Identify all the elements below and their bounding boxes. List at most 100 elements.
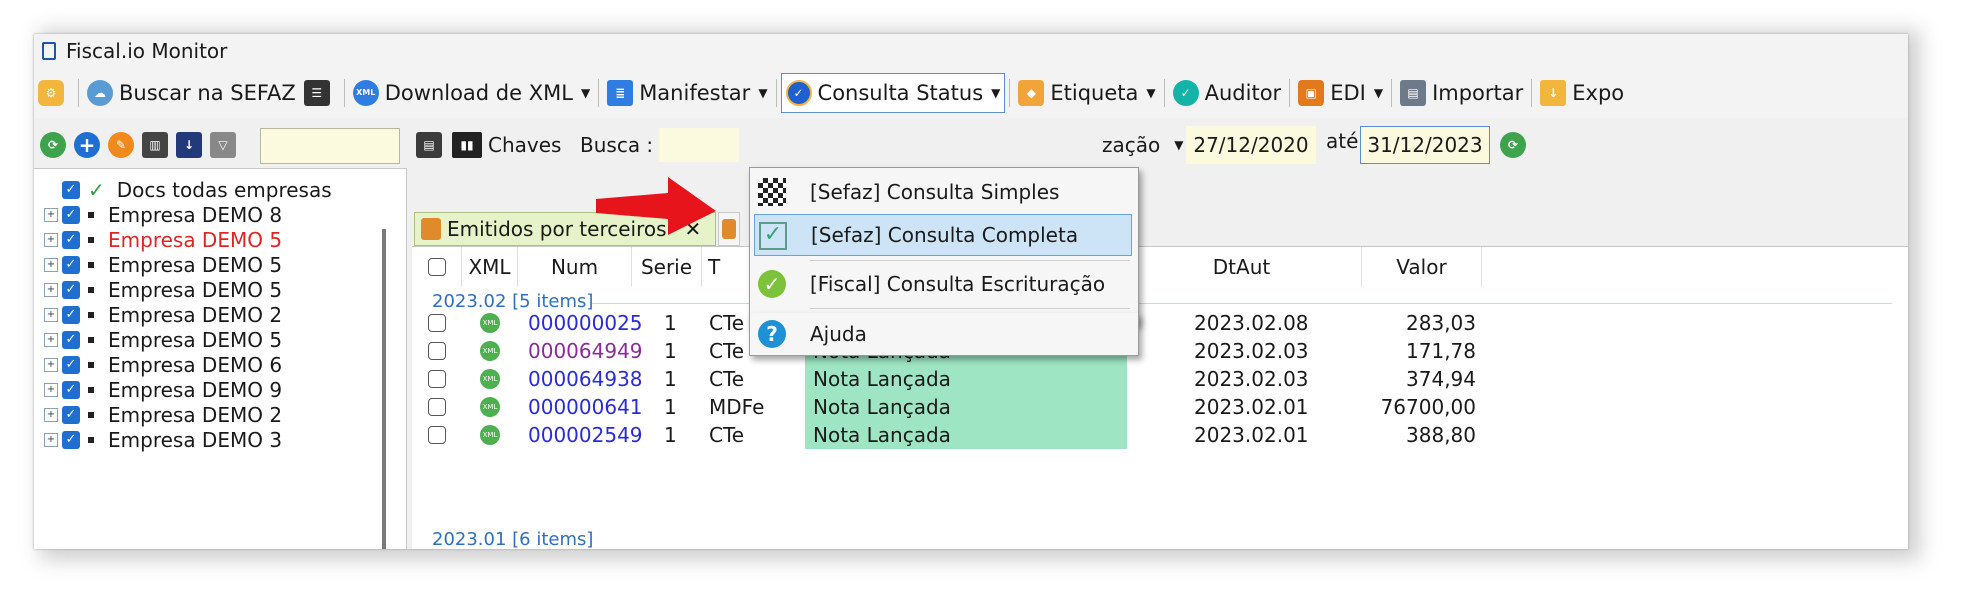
xml-icon[interactable]: XML	[480, 425, 500, 445]
settings-button[interactable]: ⚙	[34, 73, 74, 113]
row-checkbox[interactable]	[428, 398, 446, 416]
tree-checkbox[interactable]: ✓	[62, 380, 80, 399]
expand-icon[interactable]: +	[44, 332, 58, 347]
tree-checkbox[interactable]: ✓	[62, 405, 80, 424]
menu-item-consulta-escrituracao[interactable]: ✓ [Fiscal] Consulta Escrituração	[750, 263, 1138, 305]
tree-checkbox[interactable]: ✓	[62, 180, 80, 199]
row-checkbox[interactable]	[428, 342, 446, 360]
report-button[interactable]: ▤	[416, 126, 448, 164]
refresh-search-button[interactable]: ⟳	[1500, 126, 1532, 164]
tree-item-company[interactable]: + ✓ Empresa DEMO 9	[44, 377, 282, 402]
table-row[interactable]: XML0000000251CTeNota Lançada2023.02.0828…	[412, 309, 1908, 337]
select-all-checkbox[interactable]	[427, 258, 446, 276]
col-num[interactable]: Num	[518, 247, 632, 287]
tree-checkbox[interactable]: ✓	[62, 330, 80, 349]
buscar-sefaz-button[interactable]: ☁ Buscar na SEFAZ	[83, 73, 300, 113]
row-checkbox[interactable]	[428, 370, 446, 388]
menu-item-label: [Sefaz] Consulta Simples	[810, 180, 1060, 204]
manifestar-button[interactable]: ≣ Manifestar ▼	[603, 73, 771, 113]
expand-icon[interactable]: +	[44, 282, 58, 297]
col-dtaut[interactable]: DtAut	[1122, 247, 1362, 287]
tree-item-company[interactable]: + ✓ Empresa DEMO 6	[44, 352, 282, 377]
menu-item-consulta-simples[interactable]: [Sefaz] Consulta Simples	[750, 171, 1138, 213]
expand-icon[interactable]: +	[44, 432, 58, 447]
auditor-button[interactable]: ✓ Auditor	[1169, 73, 1286, 113]
xml-icon[interactable]: XML	[480, 397, 500, 417]
red-arrow-icon	[596, 177, 716, 235]
tree-checkbox[interactable]: ✓	[62, 280, 80, 299]
edit-button[interactable]: ✎	[108, 126, 140, 164]
tree-checkbox[interactable]: ✓	[62, 255, 80, 274]
tree-item-company[interactable]: + ✓ Empresa DEMO 5	[44, 327, 282, 352]
date-field-select[interactable]: zação ▼	[1102, 126, 1183, 164]
row-num[interactable]: 000000025	[528, 309, 643, 337]
bullet-icon	[88, 286, 94, 293]
refresh-icon: ⟳	[1500, 132, 1526, 158]
row-checkbox[interactable]	[428, 426, 446, 444]
filter-button[interactable]: ▽	[210, 126, 242, 164]
busca-input[interactable]	[659, 128, 739, 162]
download-xml-button[interactable]: XML Download de XML ▼	[349, 73, 594, 113]
tree-item-label: Empresa DEMO 5	[108, 252, 283, 277]
menu-item-consulta-completa[interactable]: ✓ [Sefaz] Consulta Completa	[754, 214, 1132, 256]
row-num[interactable]: 000000641	[528, 393, 643, 421]
table-row[interactable]: XML 000064938 1 CTe Nota Lançada 2023.02.03 37…	[412, 365, 1908, 393]
add-button[interactable]: +	[74, 126, 106, 164]
edi-button[interactable]: ▣ EDI ▼	[1294, 73, 1387, 113]
col-xml[interactable]: XML	[462, 247, 518, 287]
tree-item-company[interactable]: + ✓ Empresa DEMO 2	[44, 302, 282, 327]
tree-item-all-companies[interactable]: ✓ ✓ Docs todas empresas	[44, 177, 332, 202]
document-icon	[722, 219, 736, 239]
chaves-button[interactable]: ▮▮ Chaves	[452, 126, 561, 164]
expand-icon[interactable]: +	[44, 257, 58, 272]
app-logo-icon	[42, 42, 56, 60]
xml-icon[interactable]: XML	[480, 313, 500, 333]
tree-search-input[interactable]	[260, 128, 400, 164]
buscar-sefaz-label: Buscar na SEFAZ	[119, 81, 296, 105]
tree-item-company[interactable]: + ✓ Empresa DEMO 5	[44, 227, 282, 252]
row-num[interactable]: 000064938	[528, 365, 643, 393]
tree-checkbox[interactable]: ✓	[62, 430, 80, 449]
list-view-button[interactable]: ☰	[300, 73, 340, 113]
group-header[interactable]: 2023.01 [6 items]	[432, 529, 593, 549]
expand-icon[interactable]: +	[44, 382, 58, 397]
tree-item-company[interactable]: + ✓ Empresa DEMO 5	[44, 252, 282, 277]
etiqueta-button[interactable]: ◆ Etiqueta ▼	[1014, 73, 1159, 113]
tree-checkbox[interactable]: ✓	[62, 205, 80, 224]
tree-scrollbar[interactable]	[382, 229, 386, 549]
expand-icon[interactable]: +	[44, 307, 58, 322]
date-from-input[interactable]: 27/12/2020	[1186, 126, 1316, 164]
bullet-icon	[88, 436, 94, 443]
tree-item-company[interactable]: + ✓ Empresa DEMO 5	[44, 277, 282, 302]
bullet-icon	[88, 236, 94, 243]
expand-icon[interactable]: +	[44, 232, 58, 247]
tree-item-company[interactable]: + ✓ Empresa DEMO 8	[44, 202, 282, 227]
tree-item-company[interactable]: + ✓ Empresa DEMO 3	[44, 427, 282, 452]
consulta-status-button[interactable]: ✓ Consulta Status ▼	[780, 73, 1006, 113]
expand-icon[interactable]: +	[44, 407, 58, 422]
tree-checkbox[interactable]: ✓	[62, 305, 80, 324]
tree-checkbox[interactable]: ✓	[62, 230, 80, 249]
row-num[interactable]: 000064949	[528, 337, 643, 365]
menu-item-ajuda[interactable]: ? Ajuda	[749, 313, 1139, 356]
refresh-button[interactable]: ⟳	[40, 126, 72, 164]
col-valor[interactable]: Valor	[1362, 247, 1482, 287]
row-checkbox[interactable]	[428, 314, 446, 332]
xml-icon[interactable]: XML	[480, 369, 500, 389]
expand-icon[interactable]: +	[44, 207, 58, 222]
sort-button[interactable]: ↓	[176, 126, 208, 164]
date-to-input[interactable]: 31/12/2023	[1360, 126, 1490, 164]
xml-icon[interactable]: XML	[480, 341, 500, 361]
delete-button[interactable]: ▥	[142, 126, 174, 164]
col-serie[interactable]: Serie	[632, 247, 702, 287]
table-row[interactable]: XML 000002549 1 CTe Nota Lançada 2023.02.01 38…	[412, 421, 1908, 449]
expand-icon[interactable]: +	[44, 357, 58, 372]
tab-second[interactable]	[718, 212, 740, 246]
tree-checkbox[interactable]: ✓	[62, 355, 80, 374]
table-row[interactable]: XML 000000641 1 MDFe Nota Lançada 2023.02.01 7…	[412, 393, 1908, 421]
table-row[interactable]: XML0000649491CTeNota Lançada2023.02.0317…	[412, 337, 1908, 365]
importar-button[interactable]: ▤ Importar	[1396, 73, 1527, 113]
tree-item-company[interactable]: + ✓ Empresa DEMO 2	[44, 402, 282, 427]
exportar-button[interactable]: ↓ Expo	[1536, 73, 1628, 113]
row-num[interactable]: 000002549	[528, 421, 643, 449]
